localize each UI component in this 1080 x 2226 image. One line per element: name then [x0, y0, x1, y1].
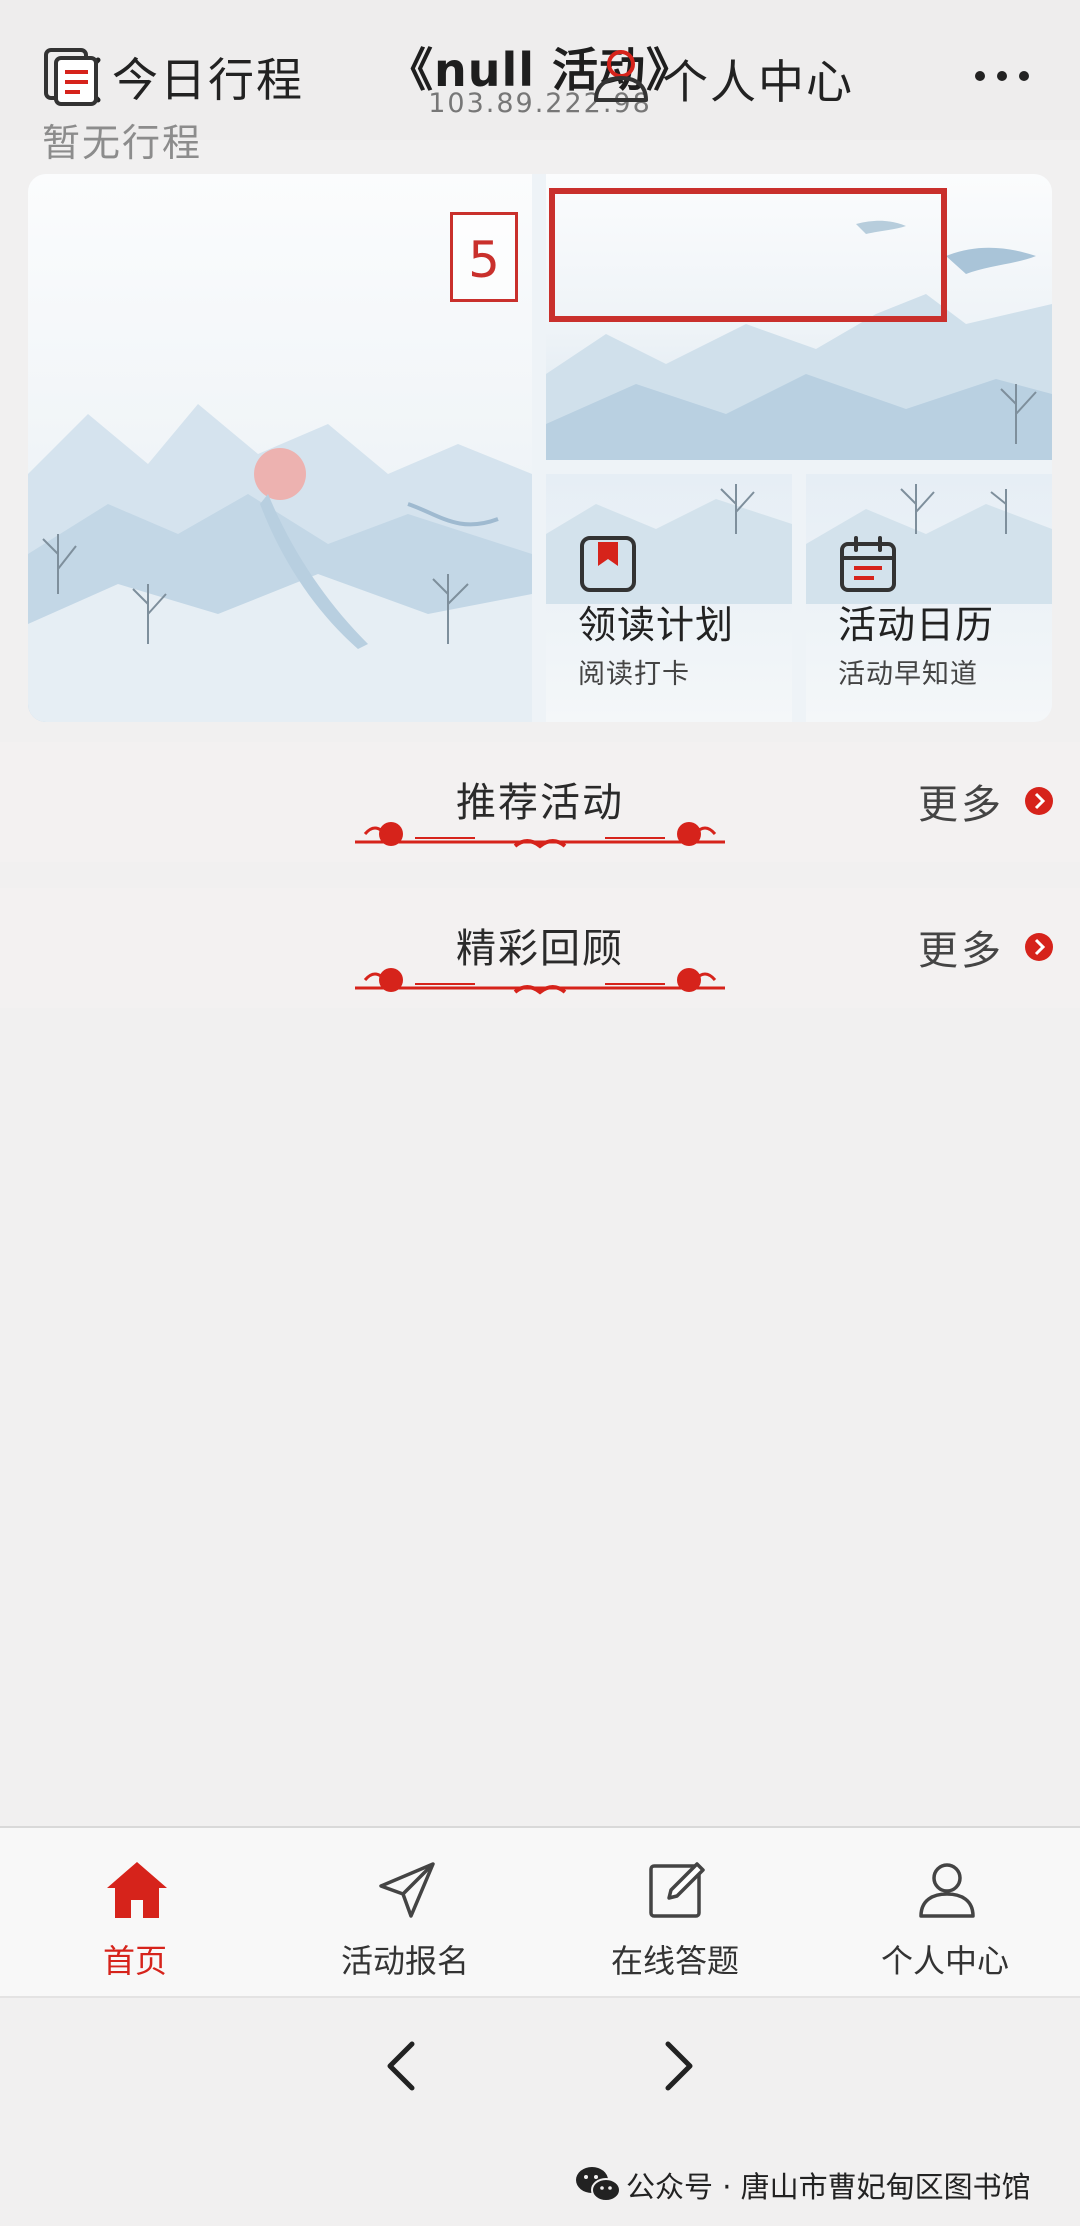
bottom-tab-bar: 首页 活动报名 在线答题 个人中心	[0, 1826, 1080, 1998]
edit-icon	[649, 1862, 705, 1918]
user-icon	[594, 50, 648, 102]
more-options-icon[interactable]	[972, 66, 1032, 86]
schedule-list-icon	[44, 48, 98, 106]
tab-activity-signup[interactable]: 活动报名	[270, 1828, 540, 1998]
personal-center-card[interactable]	[546, 174, 1052, 460]
highlight-box	[549, 188, 947, 322]
watermark: 公众号 · 唐山市曹妃甸区图书馆	[574, 2160, 1031, 2208]
more-link[interactable]: 更多	[918, 918, 1004, 976]
today-schedule-subtitle: 暂无行程	[42, 121, 203, 165]
browser-nav-bar: 公众号 · 唐山市曹妃甸区图书馆	[0, 1996, 1080, 2226]
send-icon	[379, 1862, 435, 1918]
tab-label: 活动报名	[340, 1942, 469, 1980]
tab-label: 在线答题	[610, 1942, 739, 1980]
chevron-left-icon[interactable]	[380, 2036, 420, 2096]
chevron-right-icon[interactable]	[1024, 932, 1054, 962]
activity-calendar-subtitle: 活动早知道	[838, 659, 978, 690]
bookmark-book-icon	[580, 536, 636, 592]
reading-plan-subtitle: 阅读打卡	[578, 659, 690, 690]
tab-online-quiz[interactable]: 在线答题	[540, 1828, 810, 1998]
activity-calendar-title: 活动日历	[838, 603, 995, 647]
reading-plan-title: 领读计划	[578, 603, 735, 647]
tab-home[interactable]: 首页	[0, 1828, 270, 1998]
wechat-icon	[576, 2167, 621, 2202]
chevron-right-icon[interactable]	[660, 2036, 700, 2096]
chevron-right-icon[interactable]	[1024, 786, 1054, 816]
watermark-text: 公众号 · 唐山市曹妃甸区图书馆	[626, 2170, 1031, 2204]
cloud-ornament-icon	[355, 822, 725, 849]
more-link[interactable]: 更多	[918, 772, 1004, 830]
personal-center-title: 个人中心	[662, 55, 854, 109]
tab-label: 个人中心	[880, 1942, 1009, 1980]
calendar-icon	[840, 536, 896, 592]
today-schedule-title: 今日行程	[112, 53, 304, 107]
home-icon	[107, 1862, 167, 1918]
highlights-review-section: 精彩回顾 更多	[0, 888, 1080, 1008]
today-schedule-card[interactable]: 5	[28, 174, 532, 722]
user-icon	[919, 1863, 975, 1918]
tab-personal-center[interactable]: 个人中心	[810, 1828, 1080, 1998]
annotation-number-badge: 5	[450, 212, 518, 302]
recommended-activities-section: 推荐活动 更多	[0, 742, 1080, 862]
cloud-ornament-icon	[355, 968, 725, 995]
tab-label: 首页	[102, 1942, 167, 1980]
